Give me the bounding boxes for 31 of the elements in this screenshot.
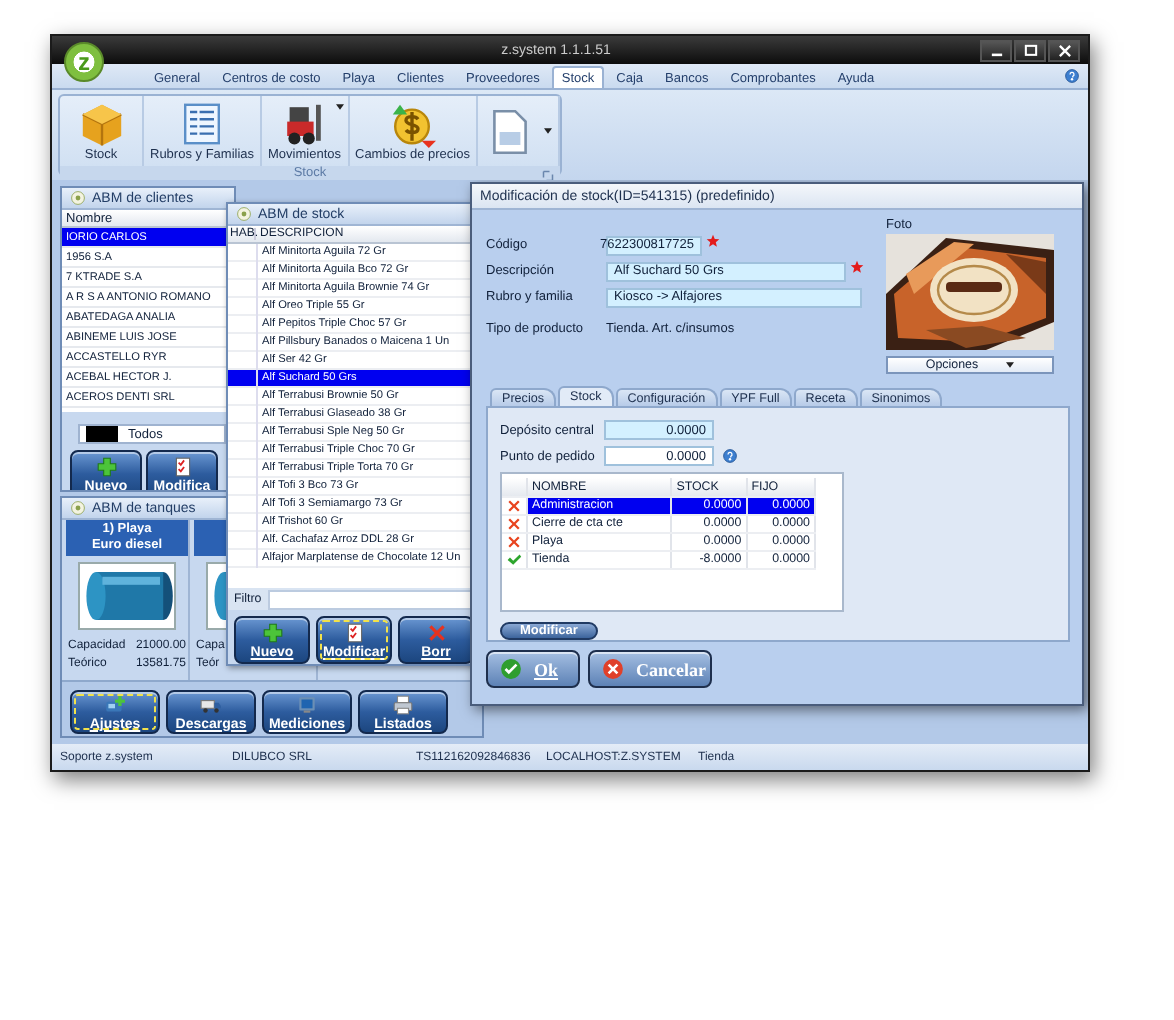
app-logo: z [64, 42, 104, 82]
device-icon [104, 693, 126, 715]
printer-icon [392, 693, 414, 715]
caret-icon [1006, 362, 1015, 368]
close-icon [1055, 41, 1073, 59]
check-icon [506, 551, 522, 567]
check-icon [500, 658, 522, 680]
required-icon [850, 260, 864, 274]
color-swatch-icon [84, 426, 120, 442]
close-button[interactable] [1048, 39, 1080, 61]
monitor-icon [296, 693, 318, 715]
caret-icon [335, 104, 343, 110]
cross-icon [425, 621, 447, 643]
dollar-icon [388, 100, 437, 148]
panel-icon [70, 190, 86, 206]
help-icon [722, 448, 738, 464]
maximize-icon [1021, 41, 1039, 59]
box-icon [77, 100, 125, 148]
clipboard-icon [171, 455, 193, 477]
caret-icon [543, 128, 552, 134]
clipboard-icon [343, 621, 365, 643]
plus-icon [95, 455, 117, 477]
minimize-button[interactable] [980, 39, 1012, 61]
required-icon [706, 234, 720, 248]
list-icon [178, 100, 226, 148]
help-icon [1064, 68, 1080, 84]
cross-icon [602, 658, 624, 680]
maximize-button[interactable] [1014, 39, 1046, 61]
panel-icon [70, 500, 86, 516]
panel-icon [236, 206, 252, 222]
plus-icon [261, 621, 283, 643]
